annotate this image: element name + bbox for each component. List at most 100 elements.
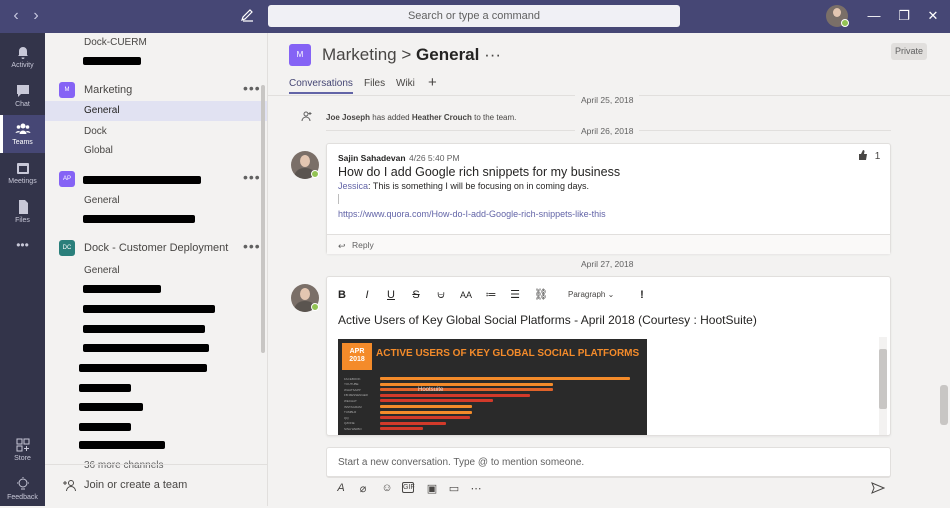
like-counter[interactable]: 1 bbox=[858, 150, 880, 162]
tab-files[interactable]: Files bbox=[364, 78, 385, 89]
compose-toolbar: A ⌀ ☺ GIF ▣ ▭ ⋯ bbox=[326, 479, 891, 501]
link-icon[interactable]: ⛓ bbox=[534, 289, 548, 301]
rail-label: Feedback bbox=[7, 494, 38, 501]
channel-name: General bbox=[416, 45, 480, 64]
private-badge: Private bbox=[891, 43, 927, 60]
search-input[interactable]: Search or type a command bbox=[268, 5, 680, 27]
minimize-button[interactable]: — bbox=[866, 8, 882, 24]
bar-label: INSTAGRAM bbox=[344, 404, 362, 409]
rail-feedback[interactable]: Feedback bbox=[0, 470, 45, 508]
add-tab-icon[interactable]: + bbox=[428, 74, 437, 91]
message-link[interactable]: https://www.quora.com/How-do-I-add-Googl… bbox=[338, 209, 606, 219]
strikethrough-button[interactable]: S bbox=[409, 289, 423, 301]
important-icon[interactable]: ! bbox=[635, 289, 649, 301]
paragraph-dropdown[interactable]: Paragraph ⌄ bbox=[568, 290, 614, 299]
bar-label: YOUTUBE bbox=[344, 382, 359, 387]
redacted-text bbox=[79, 403, 143, 411]
conversation-scrollbar[interactable] bbox=[940, 385, 948, 425]
mention-link[interactable]: Jessica bbox=[338, 181, 368, 191]
meet-now-icon[interactable]: ▭ bbox=[447, 482, 461, 495]
font-size-icon[interactable]: AA bbox=[459, 289, 473, 301]
channel-item-general[interactable]: General bbox=[45, 101, 267, 121]
rail-teams[interactable]: Teams bbox=[0, 115, 45, 153]
bar bbox=[380, 388, 554, 392]
redacted-text bbox=[79, 384, 131, 392]
teams-icon bbox=[15, 123, 30, 134]
compose-box[interactable]: Start a new conversation. Type @ to ment… bbox=[326, 447, 891, 478]
more-options-icon[interactable]: ••• bbox=[243, 238, 261, 254]
bar-label: FB MESSENGER bbox=[344, 393, 368, 398]
caret bbox=[338, 194, 340, 204]
bold-button[interactable]: B bbox=[335, 289, 349, 301]
target-name: Heather Crouch bbox=[411, 113, 472, 122]
channel-item-general[interactable]: General bbox=[84, 265, 120, 276]
title-bar: ‹ › Search or type a command — ❐ ✕ bbox=[0, 0, 950, 33]
italic-button[interactable]: I bbox=[360, 289, 374, 301]
rail-meetings[interactable]: Meetings bbox=[0, 154, 45, 192]
message-post: Sajin Sahadevan 4/26 5:40 PM 1 How do I … bbox=[326, 143, 891, 254]
breadcrumb-separator: > bbox=[401, 45, 412, 64]
compose-input[interactable]: Start a new conversation. Type @ to ment… bbox=[338, 457, 584, 468]
send-button[interactable] bbox=[871, 482, 887, 496]
team-marketing[interactable]: M Marketing ••• bbox=[59, 80, 260, 102]
channel-item-general[interactable]: General bbox=[84, 195, 120, 206]
channel-more-icon[interactable]: ··· bbox=[484, 45, 501, 64]
redacted-text bbox=[83, 215, 195, 223]
numbered-list-icon[interactable]: ☰ bbox=[508, 289, 522, 301]
gif-icon[interactable]: GIF bbox=[402, 482, 415, 493]
bar-label: FACEBOOK bbox=[344, 376, 361, 381]
author-name[interactable]: Sajin Sahadevan bbox=[338, 153, 406, 163]
redacted-text bbox=[83, 344, 209, 352]
more-options-icon[interactable]: ••• bbox=[243, 80, 261, 96]
channel-item-global[interactable]: Global bbox=[84, 145, 113, 156]
teams-sidebar: Dock-CUERM M Marketing ••• General Dock … bbox=[45, 33, 268, 506]
bar bbox=[380, 405, 473, 408]
channel-item[interactable]: Dock-CUERM bbox=[84, 37, 147, 48]
emoji-icon[interactable]: ☺ bbox=[380, 482, 394, 494]
sticker-icon[interactable]: ▣ bbox=[425, 482, 439, 495]
underline-button[interactable]: U bbox=[384, 289, 398, 301]
bell-icon bbox=[17, 47, 28, 59]
highlight-icon[interactable]: ⩁ bbox=[434, 289, 448, 301]
date-divider: April 25, 2018 bbox=[575, 95, 640, 105]
message-timestamp: 4/26 5:40 PM bbox=[409, 153, 460, 163]
team-name[interactable]: Marketing bbox=[322, 45, 397, 64]
channel-item-dock[interactable]: Dock bbox=[84, 126, 107, 137]
rail-chat[interactable]: Chat bbox=[0, 77, 45, 115]
more-options-icon[interactable]: ⋯ bbox=[469, 482, 483, 495]
infographic-image[interactable]: APR 2018 ACTIVE USERS OF KEY GLOBAL SOCIA… bbox=[338, 339, 647, 435]
tab-conversations[interactable]: Conversations bbox=[289, 78, 353, 94]
attach-icon[interactable]: ⌀ bbox=[356, 482, 370, 495]
rail-label: Store bbox=[14, 455, 31, 462]
tab-wiki[interactable]: Wiki bbox=[396, 78, 415, 89]
date-divider: April 26, 2018 bbox=[575, 126, 640, 136]
compose-icon[interactable] bbox=[240, 7, 256, 23]
sidebar-scrollbar[interactable] bbox=[261, 85, 265, 353]
hootsuite-watermark: Hootsuite bbox=[418, 387, 444, 393]
rail-activity[interactable]: Activity bbox=[0, 38, 45, 76]
redacted-text bbox=[83, 176, 201, 184]
team-dock-customer-deployment[interactable]: DC Dock - Customer Deployment ••• bbox=[59, 238, 260, 260]
format-icon[interactable]: A bbox=[334, 482, 348, 494]
rail-label: Activity bbox=[11, 62, 34, 69]
close-button[interactable]: ✕ bbox=[925, 8, 941, 24]
team-redacted[interactable]: AP ••• bbox=[59, 169, 260, 191]
join-create-team-button[interactable]: Join or create a team bbox=[59, 476, 259, 496]
bullet-list-icon[interactable]: ≔ bbox=[484, 289, 498, 301]
message-text: : This is something I will be focusing o… bbox=[368, 181, 589, 191]
rail-store[interactable]: Store bbox=[0, 431, 45, 469]
bar-label: WHATSAPP bbox=[344, 387, 361, 392]
reply-button[interactable]: ↩ Reply bbox=[327, 234, 890, 254]
more-icon[interactable]: ••• bbox=[0, 235, 45, 273]
add-member-icon bbox=[301, 111, 312, 122]
back-button[interactable]: ‹ bbox=[6, 7, 26, 25]
infographic-headline: ACTIVE USERS OF KEY GLOBAL SOCIAL PLATFO… bbox=[376, 348, 640, 359]
editor-scrollbar[interactable] bbox=[879, 337, 887, 435]
more-options-icon[interactable]: ••• bbox=[243, 169, 261, 185]
lightbulb-icon bbox=[16, 477, 29, 490]
rail-files[interactable]: Files bbox=[0, 193, 45, 231]
forward-button[interactable]: › bbox=[26, 7, 46, 25]
bar bbox=[380, 416, 471, 420]
rail-label: Chat bbox=[15, 101, 30, 108]
maximize-button[interactable]: ❐ bbox=[896, 8, 912, 24]
